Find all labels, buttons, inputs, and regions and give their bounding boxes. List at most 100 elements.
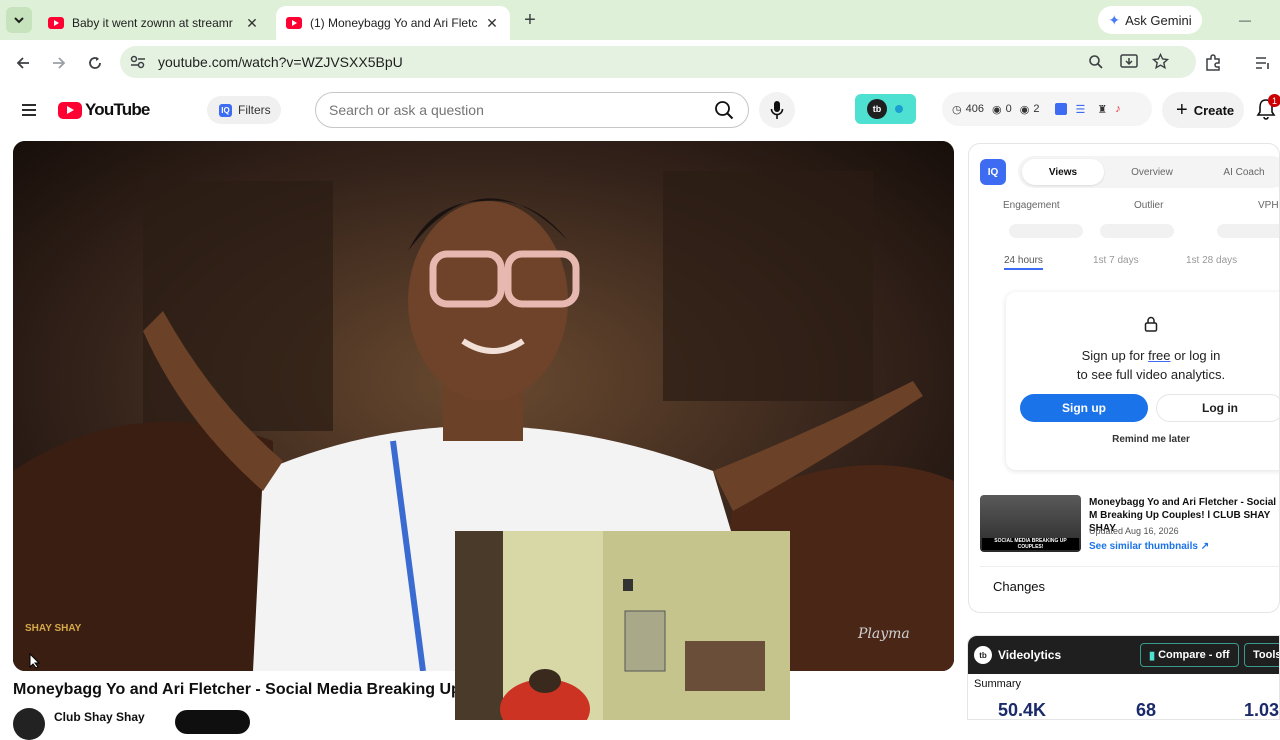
- voice-search-button[interactable]: [759, 92, 795, 128]
- tab-moneybagg[interactable]: (1) Moneybagg Yo and Ari Fletc ✕: [276, 6, 510, 40]
- tab-title: Baby it went zownn at streamr: [72, 16, 233, 30]
- tab-title: (1) Moneybagg Yo and Ari Fletc: [310, 16, 478, 30]
- tab-search-button[interactable]: [6, 7, 32, 33]
- plus-icon: +: [1176, 98, 1188, 121]
- tab-streamr[interactable]: Baby it went zownn at streamr ✕: [38, 6, 270, 40]
- minimize-button[interactable]: —: [1232, 8, 1258, 32]
- vidiq-panel: IQ Views Overview AI Coach Engagement Ou…: [968, 143, 1280, 613]
- youtube-header: YouTube IQ Filters tb ◷ 406 ◉ 0 ◉ 2 ☰ ♜ …: [0, 84, 1280, 136]
- tab-ai-coach[interactable]: AI Coach: [1201, 159, 1279, 185]
- address-bar[interactable]: youtube.com/watch?v=WZJVSXX5BpU: [120, 46, 1196, 78]
- videolytics-title: Videolytics: [998, 648, 1062, 662]
- site-info-icon[interactable]: [130, 55, 146, 74]
- gemini-spark-icon: ✦: [1108, 11, 1121, 28]
- see-similar-thumbnails-link[interactable]: See similar thumbnails ↗: [1089, 541, 1209, 552]
- notifications-button[interactable]: 1: [1256, 94, 1280, 122]
- new-tab-button[interactable]: +: [518, 8, 542, 32]
- vidiq-filters-button[interactable]: IQ Filters: [207, 96, 281, 124]
- webcam-feed-image: [455, 531, 790, 720]
- extensions-button[interactable]: [1200, 50, 1226, 76]
- close-icon[interactable]: ✕: [484, 15, 500, 32]
- create-label: Create: [1193, 102, 1235, 118]
- search-icon[interactable]: [714, 100, 734, 125]
- arrow-right-icon: [53, 57, 66, 69]
- filter-7-days[interactable]: 1st 7 days: [1093, 255, 1139, 266]
- url-text[interactable]: youtube.com/watch?v=WZJVSXX5BpU: [158, 54, 403, 70]
- search-input[interactable]: [329, 102, 699, 118]
- clock-icon: ◷: [952, 103, 962, 116]
- videolytics-header: tb Videolytics ▮ Compare - off Tools: [968, 636, 1279, 674]
- summary-value: 1.03: [1244, 700, 1280, 720]
- stat-count: 2: [1033, 103, 1040, 115]
- webcam-overlay: [455, 531, 790, 720]
- channel-name[interactable]: Club Shay Shay: [54, 710, 145, 724]
- playlist-icon: [1256, 57, 1269, 69]
- changes-section[interactable]: Changes: [980, 566, 1280, 608]
- metric-engagement-label: Engagement: [1003, 200, 1060, 211]
- bookmark-star-icon[interactable]: [1151, 52, 1170, 75]
- install-app-icon[interactable]: [1120, 54, 1138, 75]
- thumbnail-caption: SOCIAL MEDIA BREAKING UP COUPLES!: [982, 538, 1079, 550]
- close-icon[interactable]: ✕: [244, 15, 260, 32]
- stat-count: 406: [965, 103, 984, 115]
- search-box[interactable]: [315, 92, 749, 128]
- guide-menu-button[interactable]: [16, 97, 42, 123]
- puzzle-icon: [1206, 54, 1220, 71]
- tab-views[interactable]: Views: [1022, 159, 1104, 185]
- tools-button[interactable]: Tools: [1244, 643, 1279, 667]
- video-title: Moneybagg Yo and Ari Fletcher - Social M…: [13, 681, 455, 698]
- filter-24-hours[interactable]: 24 hours: [1004, 255, 1043, 270]
- compare-label: Compare - off: [1158, 649, 1230, 661]
- summary-label: Summary: [974, 678, 1022, 690]
- channel-watermark-left: SHAY SHAY: [25, 623, 82, 634]
- lock-message-line2: to see full video analytics.: [1076, 367, 1226, 382]
- locked-analytics-card: Sign up for free or log in to see full v…: [1006, 292, 1279, 470]
- free-link[interactable]: free: [1148, 348, 1170, 363]
- forward-button[interactable]: [46, 50, 72, 76]
- vidiq-icon[interactable]: [1055, 103, 1068, 115]
- reload-button[interactable]: [82, 50, 108, 76]
- compare-toggle-button[interactable]: ▮ Compare - off: [1140, 643, 1239, 667]
- youtube-favicon-icon: [48, 17, 64, 29]
- log-in-button[interactable]: Log in: [1156, 394, 1279, 422]
- back-button[interactable]: [10, 50, 36, 76]
- sign-up-button[interactable]: Sign up: [1020, 394, 1148, 422]
- chevron-down-icon: [14, 17, 24, 24]
- thumbnail-image[interactable]: SOCIAL MEDIA BREAKING UP COUPLES!: [980, 495, 1081, 552]
- youtube-logo[interactable]: YouTube: [58, 100, 150, 120]
- arrow-left-icon: [16, 57, 29, 69]
- summary-value: 68: [1136, 700, 1157, 720]
- award-icon[interactable]: ♜: [1097, 103, 1107, 116]
- youtube-wordmark: YouTube: [85, 100, 150, 119]
- ask-gemini-label: Ask Gemini: [1125, 12, 1192, 28]
- metric-outlier-label: Outlier: [1134, 200, 1164, 211]
- thumbnail-updated: Updated Aug 16, 2026: [1089, 526, 1179, 536]
- remind-me-later-link[interactable]: Remind me later: [1006, 434, 1279, 445]
- browser-tab-strip: Baby it went zownn at streamr ✕ (1) Mone…: [0, 0, 1280, 40]
- notification-count-badge: 1: [1268, 94, 1280, 107]
- reload-icon: [89, 57, 101, 69]
- tab-overview[interactable]: Overview: [1109, 159, 1195, 185]
- vidiq-icon: IQ: [219, 103, 232, 117]
- stat-count: 0: [1005, 103, 1012, 115]
- eye-icon: ◉: [991, 103, 1002, 116]
- metric-vph-label: VPH: [1258, 200, 1279, 211]
- list-icon[interactable]: ☰: [1075, 103, 1085, 116]
- bell-alert-icon[interactable]: ♪: [1115, 103, 1121, 115]
- cursor-icon: [29, 652, 41, 669]
- bar-chart-icon: ▮: [1149, 649, 1156, 662]
- subscribe-button[interactable]: [175, 710, 250, 734]
- tubebuddy-icon: tb: [974, 646, 992, 664]
- reading-list-button[interactable]: [1250, 50, 1276, 76]
- eye-icon: ◉: [1019, 103, 1030, 116]
- ask-gemini-button[interactable]: ✦ Ask Gemini: [1098, 6, 1202, 34]
- browser-toolbar: youtube.com/watch?v=WZJVSXX5BpU: [0, 40, 1280, 84]
- channel-watermark-right: Playma: [858, 626, 910, 642]
- create-button[interactable]: + Create: [1162, 92, 1244, 128]
- filter-28-days[interactable]: 1st 28 days: [1186, 255, 1237, 266]
- zoom-icon[interactable]: [1088, 54, 1104, 75]
- metric-placeholder: [1100, 224, 1174, 238]
- tubebuddy-toggle[interactable]: tb: [855, 94, 916, 124]
- lock-text: Sign up for: [1081, 348, 1145, 363]
- channel-avatar[interactable]: [13, 708, 45, 740]
